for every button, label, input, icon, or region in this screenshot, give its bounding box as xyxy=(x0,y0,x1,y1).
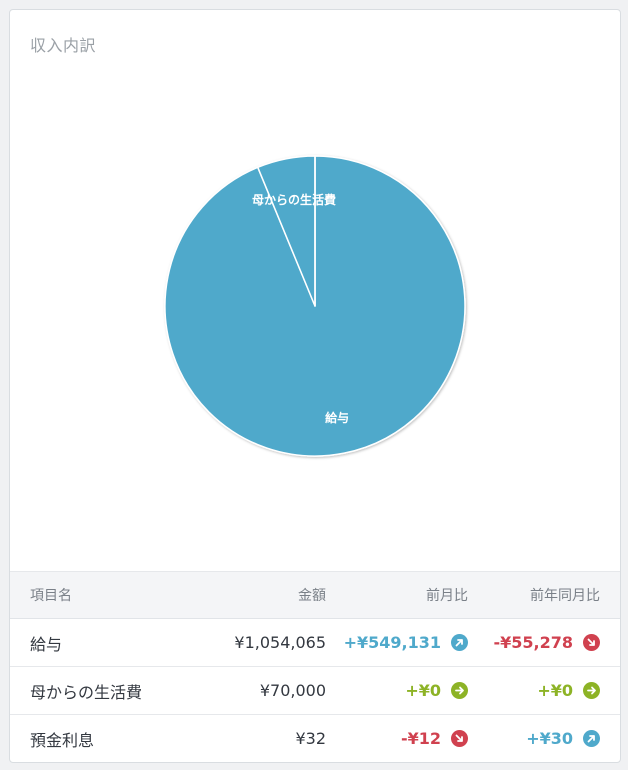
yoy-change-value: +¥30 xyxy=(526,729,573,748)
table-header: 項目名 金額 前月比 前年同月比 xyxy=(10,571,620,619)
pie-label-1: 母からの生活費 xyxy=(252,192,336,207)
income-pie-chart: 給与 母からの生活費 xyxy=(164,155,466,457)
row-mom: +¥0 xyxy=(405,667,468,714)
row-amount: ¥1,054,065 xyxy=(234,633,326,652)
row-yoy: +¥0 xyxy=(537,667,600,714)
table-row[interactable]: 預金利息 ¥32 -¥12 +¥30 xyxy=(10,715,620,762)
income-table: 項目名 金額 前月比 前年同月比 給与 ¥1,054,065 +¥549,131… xyxy=(10,571,620,762)
header-item-name[interactable]: 項目名 xyxy=(30,572,72,618)
arrow-up-right-icon xyxy=(451,634,468,651)
arrow-up-right-icon xyxy=(583,730,600,747)
row-mom: -¥12 xyxy=(401,715,468,762)
arrow-down-right-icon xyxy=(583,634,600,651)
header-yoy[interactable]: 前年同月比 xyxy=(530,572,600,618)
table-row[interactable]: 給与 ¥1,054,065 +¥549,131 -¥55,278 xyxy=(10,619,620,667)
pie-label-0: 給与 xyxy=(325,410,349,425)
row-yoy: +¥30 xyxy=(526,715,600,762)
mom-change-value: +¥0 xyxy=(405,681,441,700)
row-item-name[interactable]: 預金利息 xyxy=(30,715,94,762)
table-row[interactable]: 母からの生活費 ¥70,000 +¥0 +¥0 xyxy=(10,667,620,715)
row-yoy: -¥55,278 xyxy=(493,619,600,666)
yoy-change-value: -¥55,278 xyxy=(493,633,573,652)
arrow-right-icon xyxy=(451,682,468,699)
yoy-change-value: +¥0 xyxy=(537,681,573,700)
row-mom: +¥549,131 xyxy=(344,619,468,666)
row-amount: ¥32 xyxy=(295,729,326,748)
mom-change-value: -¥12 xyxy=(400,729,441,748)
row-item-name[interactable]: 給与 xyxy=(30,619,62,666)
row-amount: ¥70,000 xyxy=(259,681,326,700)
arrow-right-icon xyxy=(583,682,600,699)
income-breakdown-card: 収入内訳 給与 母からの生活費 項目名 金額 前月比 前年同月比 給与 ¥1,05… xyxy=(9,9,621,763)
header-amount[interactable]: 金額 xyxy=(298,572,326,618)
header-mom[interactable]: 前月比 xyxy=(426,572,468,618)
arrow-down-right-icon xyxy=(451,730,468,747)
row-item-name[interactable]: 母からの生活費 xyxy=(30,667,142,714)
mom-change-value: +¥549,131 xyxy=(343,633,441,652)
